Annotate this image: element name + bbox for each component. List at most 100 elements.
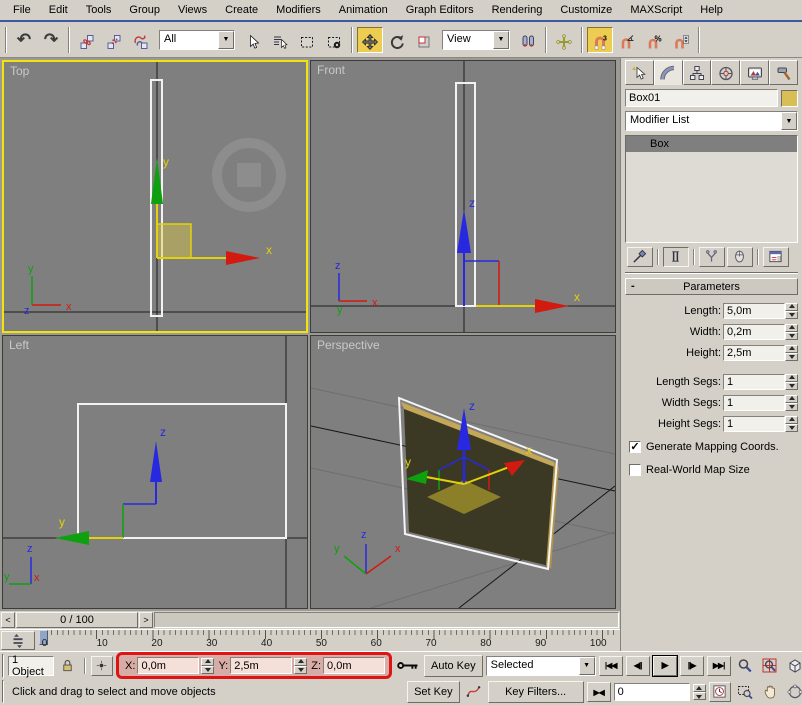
zoom-region-button[interactable] — [734, 682, 756, 703]
key-mode-dropdown[interactable]: Selected ▼ — [486, 656, 596, 676]
mini-listener-macro-pane[interactable] — [2, 654, 4, 678]
menu-item-file[interactable]: File — [4, 2, 40, 18]
previous-frame-button[interactable]: ◀|| — [626, 656, 650, 676]
dropdown-arrow-icon[interactable]: ▼ — [493, 31, 509, 49]
zoom-all-button[interactable] — [759, 655, 781, 676]
select-and-scale-button[interactable] — [411, 27, 437, 53]
menu-item-edit[interactable]: Edit — [40, 2, 77, 18]
real-world-map-size-checkbox[interactable] — [629, 464, 641, 476]
dropdown-arrow-icon[interactable]: ▼ — [218, 31, 234, 49]
current-frame-field[interactable]: 0 — [614, 683, 690, 701]
height-spinner[interactable] — [785, 345, 798, 361]
height-field[interactable]: 2,5m — [723, 345, 785, 361]
menu-item-views[interactable]: Views — [169, 2, 216, 18]
move-gizmo[interactable]: z y — [55, 425, 166, 545]
dropdown-arrow-icon[interactable]: ▼ — [781, 112, 797, 130]
bind-to-space-warp-button[interactable] — [128, 27, 154, 53]
remove-modifier-button[interactable] — [727, 247, 753, 267]
viewport-perspective-canvas[interactable]: z x y z x y — [311, 336, 615, 608]
frame-spinner[interactable] — [693, 684, 706, 700]
viewport-front-canvas[interactable]: z x z x y — [311, 61, 615, 332]
menu-item-rendering[interactable]: Rendering — [483, 2, 552, 18]
length-field[interactable]: 5,0m — [723, 303, 785, 319]
pin-stack-button[interactable] — [627, 247, 653, 267]
modifier-stack-item-box[interactable]: Box — [626, 136, 797, 152]
box-wireframe-front[interactable] — [456, 83, 475, 306]
viewport-top[interactable]: Top y — [2, 60, 308, 333]
reference-coordinate-system-dropdown[interactable]: View ▼ — [442, 30, 510, 50]
set-key-button[interactable]: Set Key — [407, 681, 460, 703]
pan-button[interactable] — [759, 682, 781, 703]
snaps-toggle-button[interactable]: 3 — [587, 27, 613, 53]
width-segs-spinner[interactable] — [785, 395, 798, 411]
width-segs-field[interactable]: 1 — [723, 395, 785, 411]
make-unique-button[interactable] — [699, 247, 725, 267]
tab-modify[interactable] — [654, 60, 683, 85]
length-spinner[interactable] — [785, 303, 798, 319]
undo-button[interactable]: ↶ — [11, 27, 37, 53]
trackbar-ruler[interactable]: 0102030405060708090100 — [36, 630, 616, 651]
parameters-rollout-header[interactable]: - Parameters — [625, 278, 798, 295]
time-slider-next-button[interactable]: > — [139, 612, 153, 628]
select-and-move-button[interactable] — [357, 27, 383, 53]
select-and-link-button[interactable] — [74, 27, 100, 53]
y-coordinate-field[interactable]: 2,5m — [230, 657, 292, 674]
select-and-manipulate-button[interactable] — [551, 27, 577, 53]
tab-utilities[interactable] — [769, 60, 798, 85]
rollout-collapse-icon[interactable]: - — [631, 280, 635, 292]
height-segs-spinner[interactable] — [785, 416, 798, 432]
time-configuration-button[interactable] — [709, 682, 731, 702]
menu-item-create[interactable]: Create — [216, 2, 267, 18]
generate-mapping-coords-checkbox[interactable] — [629, 441, 641, 453]
menu-item-graph-editors[interactable]: Graph Editors — [397, 2, 483, 18]
arc-rotate-button[interactable] — [784, 682, 802, 703]
selection-lock-toggle[interactable] — [57, 656, 79, 676]
object-name-field[interactable]: Box01 — [625, 89, 778, 107]
rectangular-selection-region-button[interactable] — [294, 27, 320, 53]
modifier-stack[interactable]: Box — [625, 135, 798, 243]
percent-snap-button[interactable]: % — [641, 27, 667, 53]
redo-button[interactable]: ↷ — [38, 27, 64, 53]
width-field[interactable]: 0,2m — [723, 324, 785, 340]
viewport-front[interactable]: Front z x — [310, 60, 616, 333]
box-wireframe-left[interactable] — [78, 404, 286, 538]
height-segs-field[interactable]: 1 — [723, 416, 785, 432]
key-mode-toggle-button[interactable]: ▶◀ — [587, 682, 611, 702]
menu-item-tools[interactable]: Tools — [77, 2, 121, 18]
time-slider-track[interactable] — [154, 612, 619, 628]
width-spinner[interactable] — [785, 324, 798, 340]
next-frame-button[interactable]: ||▶ — [680, 656, 704, 676]
object-color-swatch[interactable] — [781, 90, 798, 107]
go-to-start-button[interactable]: |◀◀ — [599, 656, 623, 676]
show-end-result-button[interactable] — [663, 247, 689, 267]
tab-motion[interactable] — [711, 60, 740, 85]
time-slider-prev-button[interactable]: < — [1, 612, 15, 628]
time-slider-handle[interactable]: 0 / 100 — [16, 612, 138, 628]
unlink-selection-button[interactable] — [101, 27, 127, 53]
viewport-top-canvas[interactable]: y x y x z — [4, 62, 306, 331]
select-and-rotate-button[interactable] — [384, 27, 410, 53]
menu-item-group[interactable]: Group — [120, 2, 169, 18]
length-segs-spinner[interactable] — [785, 374, 798, 390]
absolute-mode-toggle[interactable] — [91, 656, 113, 676]
spinner-snap-button[interactable] — [668, 27, 694, 53]
menu-item-maxscript[interactable]: MAXScript — [621, 2, 691, 18]
select-object-button[interactable] — [240, 27, 266, 53]
auto-key-button[interactable]: Auto Key — [424, 655, 483, 677]
viewport-left[interactable]: Left z y — [2, 335, 308, 609]
zoom-button[interactable] — [734, 655, 756, 676]
selection-filter-dropdown[interactable]: All ▼ — [159, 30, 235, 50]
play-button[interactable]: ▶ — [653, 656, 677, 676]
open-mini-curve-editor-button[interactable] — [1, 631, 35, 650]
box-object[interactable] — [399, 398, 559, 569]
menu-item-modifiers[interactable]: Modifiers — [267, 2, 330, 18]
configure-modifier-sets-button[interactable] — [763, 247, 789, 267]
viewport-left-canvas[interactable]: z y z y x — [3, 336, 307, 608]
length-segs-field[interactable]: 1 — [723, 374, 785, 390]
mini-listener-script-pane[interactable] — [2, 680, 4, 704]
window-crossing-button[interactable] — [321, 27, 347, 53]
select-by-name-button[interactable] — [267, 27, 293, 53]
zoom-extents-button[interactable] — [784, 655, 802, 676]
modifier-list-dropdown[interactable]: Modifier List ▼ — [625, 111, 798, 131]
go-to-end-button[interactable]: ▶▶| — [707, 656, 731, 676]
